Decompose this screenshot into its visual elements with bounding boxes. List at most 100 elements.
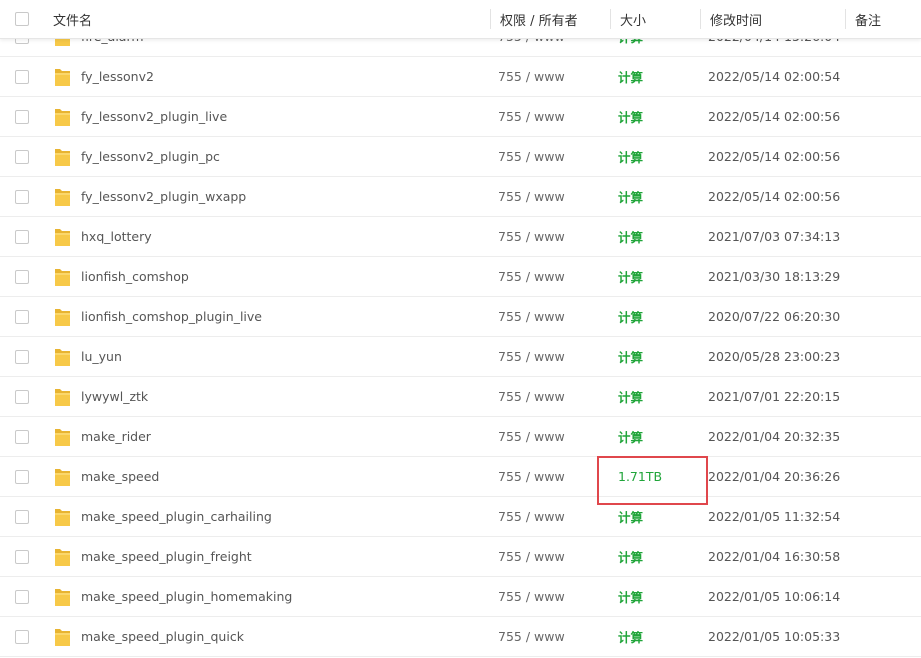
file-name[interactable]: hxq_lottery xyxy=(81,229,152,244)
name-cell: make_speed_plugin_quick xyxy=(54,617,244,656)
name-cell: make_speed_plugin_homemaking xyxy=(54,577,292,616)
row-checkbox[interactable] xyxy=(15,469,29,484)
perm-cell: 755 / www xyxy=(498,337,565,376)
file-name[interactable]: fy_lessonv2_plugin_wxapp xyxy=(81,189,246,204)
row-checkbox[interactable] xyxy=(15,549,29,564)
header-name[interactable]: 文件名 xyxy=(53,0,92,38)
row-checkbox[interactable] xyxy=(15,349,29,364)
row-checkbox[interactable] xyxy=(15,149,29,164)
size-value[interactable]: 计算 xyxy=(618,627,643,646)
modified-time: 2022/05/14 02:00:56 xyxy=(708,109,841,124)
name-cell: lionfish_comshop_plugin_live xyxy=(54,297,262,336)
name-cell: fy_lessonv2_plugin_pc xyxy=(54,137,220,176)
size-value[interactable]: 计算 xyxy=(618,67,643,86)
row-checkbox[interactable] xyxy=(15,509,29,524)
row-checkbox[interactable] xyxy=(15,229,29,244)
table-row[interactable]: lionfish_comshop_plugin_live 755 / www 计… xyxy=(0,297,921,337)
perm-cell: 755 / www xyxy=(498,177,565,216)
row-checkbox[interactable] xyxy=(15,309,29,324)
size-value[interactable]: 计算 xyxy=(618,147,643,166)
size-cell: 1.71TB xyxy=(618,457,662,496)
file-name[interactable]: lionfish_comshop_plugin_live xyxy=(81,309,262,324)
file-name[interactable]: make_speed xyxy=(81,469,159,484)
size-value[interactable]: 计算 xyxy=(618,387,643,406)
time-cell: 2022/01/04 20:36:26 xyxy=(708,457,840,496)
permission-owner[interactable]: 755 / www xyxy=(498,269,565,284)
file-name[interactable]: lu_yun xyxy=(81,349,122,364)
file-name[interactable]: fy_lessonv2 xyxy=(81,69,154,84)
permission-owner[interactable]: 755 / www xyxy=(498,629,565,644)
size-value[interactable]: 计算 xyxy=(618,507,643,526)
file-name[interactable]: make_speed_plugin_homemaking xyxy=(81,589,292,604)
table-row[interactable]: fy_lessonv2_plugin_live 755 / www 计算 202… xyxy=(0,97,921,137)
permission-owner[interactable]: 755 / www xyxy=(498,589,565,604)
table-row[interactable]: fy_lessonv2_plugin_wxapp 755 / www 计算 20… xyxy=(0,177,921,217)
permission-owner[interactable]: 755 / www xyxy=(498,229,565,244)
size-cell: 计算 xyxy=(618,137,643,176)
header-time[interactable]: 修改时间 xyxy=(710,0,762,38)
size-cell: 计算 xyxy=(618,417,643,456)
size-cell: 计算 xyxy=(618,537,643,576)
table-row[interactable]: fy_lessonv2 755 / www 计算 2022/05/14 02:0… xyxy=(0,57,921,97)
permission-owner[interactable]: 755 / www xyxy=(498,69,565,84)
file-name[interactable]: lywywl_ztk xyxy=(81,389,148,404)
size-value[interactable]: 计算 xyxy=(618,587,643,606)
permission-owner[interactable]: 755 / www xyxy=(498,189,565,204)
table-row[interactable]: make_speed_plugin_quick 755 / www 计算 202… xyxy=(0,617,921,657)
modified-time: 2021/07/03 07:34:13 xyxy=(708,229,841,244)
permission-owner[interactable]: 755 / www xyxy=(498,549,565,564)
size-value[interactable]: 计算 xyxy=(618,227,643,246)
row-checkbox[interactable] xyxy=(15,109,29,124)
size-value[interactable]: 1.71TB xyxy=(618,469,662,484)
size-value[interactable]: 计算 xyxy=(618,307,643,326)
file-name[interactable]: make_rider xyxy=(81,429,151,444)
permission-owner[interactable]: 755 / www xyxy=(498,429,565,444)
size-value[interactable]: 计算 xyxy=(618,267,643,286)
size-value[interactable]: 计算 xyxy=(618,347,643,366)
permission-owner[interactable]: 755 / www xyxy=(498,509,565,524)
modified-time: 2022/01/04 20:32:35 xyxy=(708,429,841,444)
header-perm[interactable]: 权限 / 所有者 xyxy=(500,0,578,38)
row-checkbox[interactable] xyxy=(15,429,29,444)
time-cell: 2020/05/28 23:00:23 xyxy=(708,337,840,376)
row-checkbox[interactable] xyxy=(15,269,29,284)
file-name[interactable]: fy_lessonv2_plugin_pc xyxy=(81,149,220,164)
size-value[interactable]: 计算 xyxy=(618,187,643,206)
file-name[interactable]: make_speed_plugin_carhailing xyxy=(81,509,272,524)
size-value[interactable]: 计算 xyxy=(618,427,643,446)
table-row[interactable]: make_speed 755 / www 1.71TB 2022/01/04 2… xyxy=(0,457,921,497)
permission-owner[interactable]: 755 / www xyxy=(498,109,565,124)
table-row[interactable]: lionfish_comshop 755 / www 计算 2021/03/30… xyxy=(0,257,921,297)
file-name[interactable]: lionfish_comshop xyxy=(81,269,189,284)
size-value[interactable]: 计算 xyxy=(618,547,643,566)
row-checkbox-cell xyxy=(15,457,33,496)
table-row[interactable]: lu_yun 755 / www 计算 2020/05/28 23:00:23 xyxy=(0,337,921,377)
select-all-checkbox[interactable] xyxy=(15,12,29,26)
row-checkbox[interactable] xyxy=(15,589,29,604)
table-row[interactable]: fy_lessonv2_plugin_pc 755 / www 计算 2022/… xyxy=(0,137,921,177)
permission-owner[interactable]: 755 / www xyxy=(498,349,565,364)
table-row[interactable]: make_rider 755 / www 计算 2022/01/04 20:32… xyxy=(0,417,921,457)
table-row[interactable]: make_speed_plugin_carhailing 755 / www 计… xyxy=(0,497,921,537)
table-row[interactable]: lywywl_ztk 755 / www 计算 2021/07/01 22:20… xyxy=(0,377,921,417)
row-checkbox[interactable] xyxy=(15,69,29,84)
size-value[interactable]: 计算 xyxy=(618,107,643,126)
table-row[interactable]: make_speed_plugin_freight 755 / www 计算 2… xyxy=(0,537,921,577)
perm-cell: 755 / www xyxy=(498,537,565,576)
permission-owner[interactable]: 755 / www xyxy=(498,389,565,404)
row-checkbox-cell xyxy=(15,137,33,176)
row-checkbox[interactable] xyxy=(15,629,29,644)
table-row[interactable]: hxq_lottery 755 / www 计算 2021/07/03 07:3… xyxy=(0,217,921,257)
row-checkbox[interactable] xyxy=(15,389,29,404)
table-row[interactable]: make_speed_plugin_homemaking 755 / www 计… xyxy=(0,577,921,617)
file-name[interactable]: fy_lessonv2_plugin_live xyxy=(81,109,227,124)
header-note[interactable]: 备注 xyxy=(855,0,881,38)
permission-owner[interactable]: 755 / www xyxy=(498,469,565,484)
header-size[interactable]: 大小 xyxy=(620,0,646,38)
folder-icon xyxy=(54,627,71,647)
row-checkbox[interactable] xyxy=(15,189,29,204)
permission-owner[interactable]: 755 / www xyxy=(498,309,565,324)
file-name[interactable]: make_speed_plugin_freight xyxy=(81,549,252,564)
permission-owner[interactable]: 755 / www xyxy=(498,149,565,164)
file-name[interactable]: make_speed_plugin_quick xyxy=(81,629,244,644)
